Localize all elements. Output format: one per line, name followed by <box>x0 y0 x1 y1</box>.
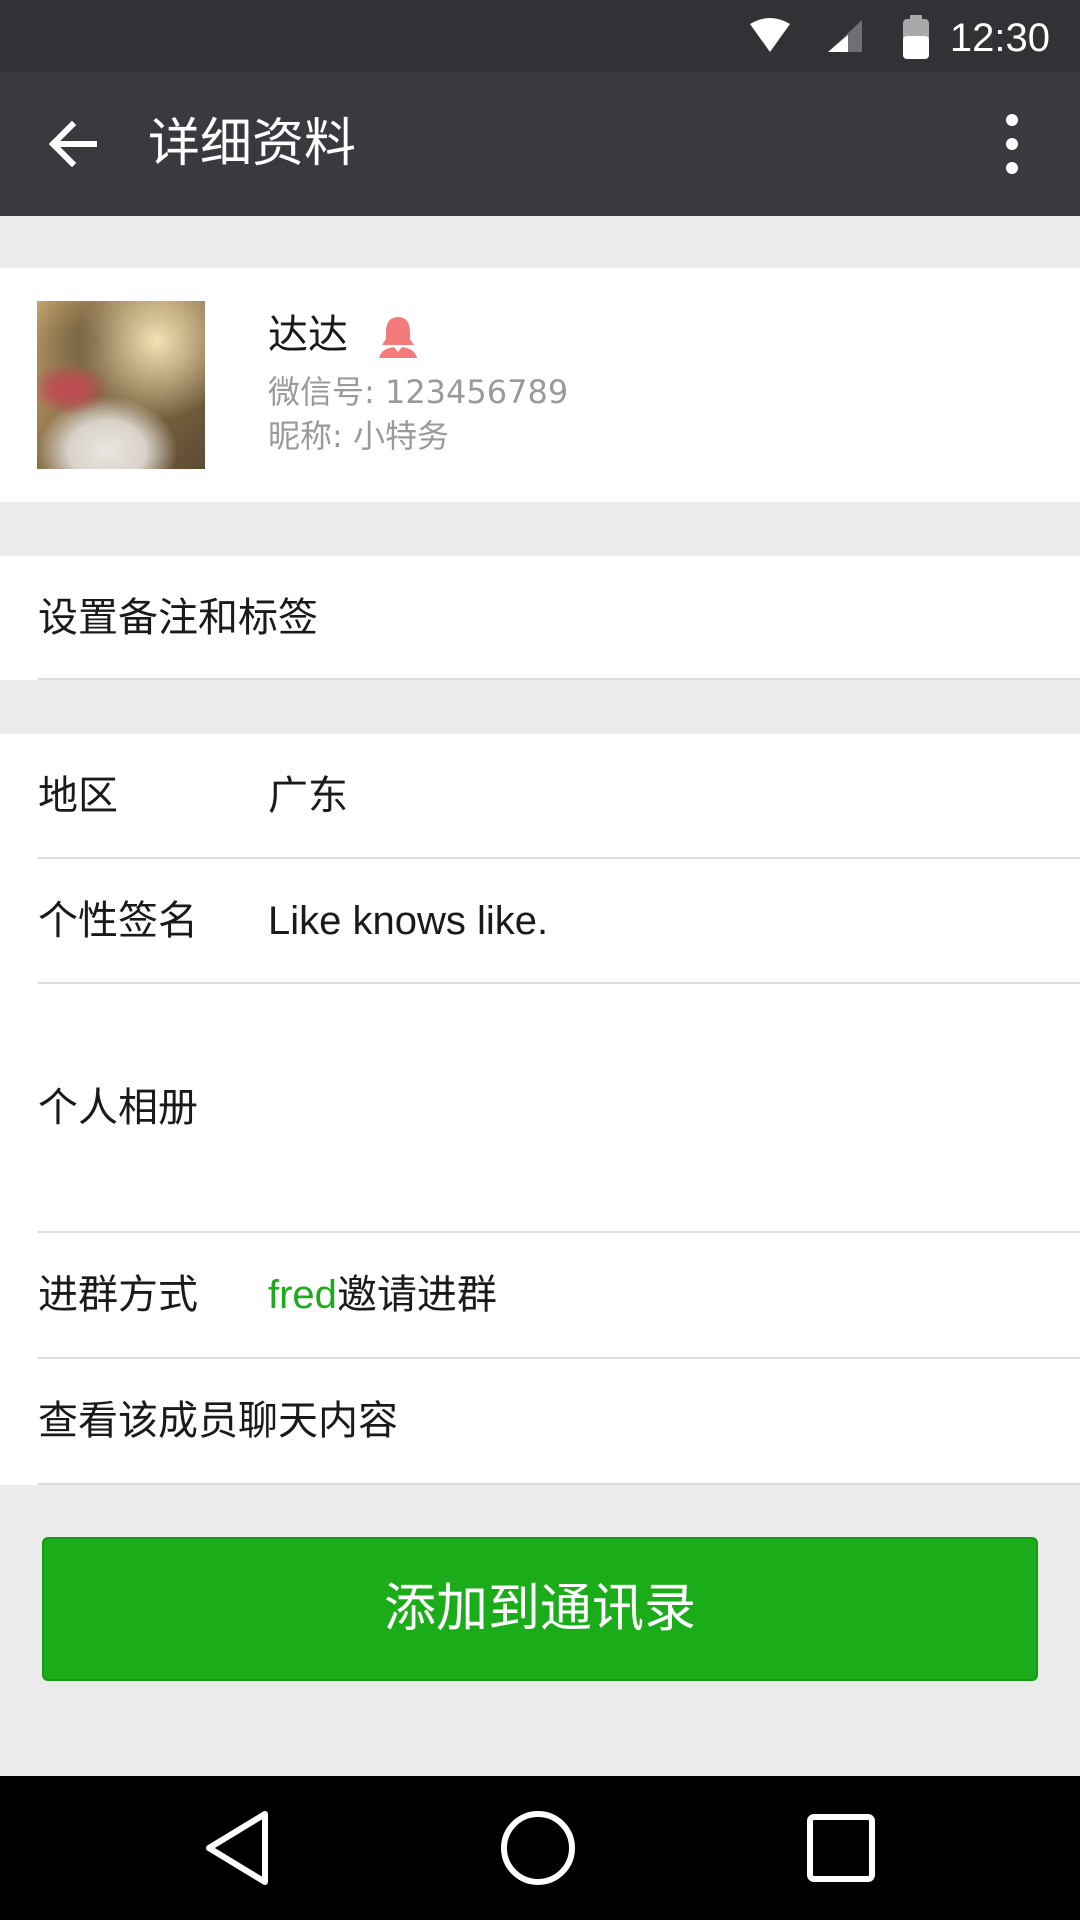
back-triangle-icon[interactable] <box>193 1800 289 1896</box>
toolbar: 详细资料 <box>0 72 1080 216</box>
navigation-bar <box>0 1776 1080 1920</box>
battery-icon <box>903 15 929 59</box>
chat-history-label: 查看该成员聊天内容 <box>38 1398 398 1444</box>
region-value: 广东 <box>268 773 348 819</box>
region-row: 地区 广东 <box>0 734 1080 859</box>
status-bar: 12:30 <box>0 0 1080 72</box>
join-method-suffix: 邀请进群 <box>336 1272 497 1318</box>
join-method-value: fred邀请进群 <box>268 1269 497 1321</box>
join-method-label: 进群方式 <box>38 1272 198 1318</box>
recents-square-icon[interactable] <box>793 1800 889 1896</box>
divider <box>38 678 1080 680</box>
arrow-left-icon[interactable] <box>42 112 106 176</box>
set-remark-label: 设置备注和标签 <box>38 595 318 641</box>
album-row[interactable]: 个人相册 <box>0 984 1080 1233</box>
wechat-id: 微信号: 123456789 <box>268 373 569 411</box>
female-icon <box>379 317 417 358</box>
signature-value: Like knows like. <box>268 899 549 943</box>
chat-history-row[interactable]: 查看该成员聊天内容 <box>0 1359 1080 1485</box>
profile-name: 达达 <box>268 312 348 358</box>
home-circle-icon[interactable] <box>490 1800 586 1896</box>
divider <box>38 1483 1080 1485</box>
album-label: 个人相册 <box>38 1085 198 1131</box>
signature-label: 个性签名 <box>38 898 198 944</box>
status-time: 12:30 <box>949 16 1050 60</box>
set-remark-row[interactable]: 设置备注和标签 <box>0 556 1080 680</box>
cellular-signal-icon <box>828 20 862 52</box>
wifi-icon <box>750 18 790 52</box>
region-label: 地区 <box>38 773 118 819</box>
signature-row: 个性签名 Like knows like. <box>0 859 1080 984</box>
join-method-row: 进群方式 fred邀请进群 <box>0 1233 1080 1359</box>
inviter-link[interactable]: fred <box>268 1273 337 1317</box>
add-to-contacts-button[interactable]: 添加到通讯录 <box>42 1537 1038 1681</box>
avatar[interactable] <box>37 301 205 469</box>
page-title: 详细资料 <box>148 114 357 174</box>
profile-card: 达达 微信号: 123456789 昵称: 小特务 <box>0 268 1080 502</box>
more-vertical-icon[interactable] <box>980 110 1044 178</box>
nickname: 昵称: 小特务 <box>268 417 449 455</box>
